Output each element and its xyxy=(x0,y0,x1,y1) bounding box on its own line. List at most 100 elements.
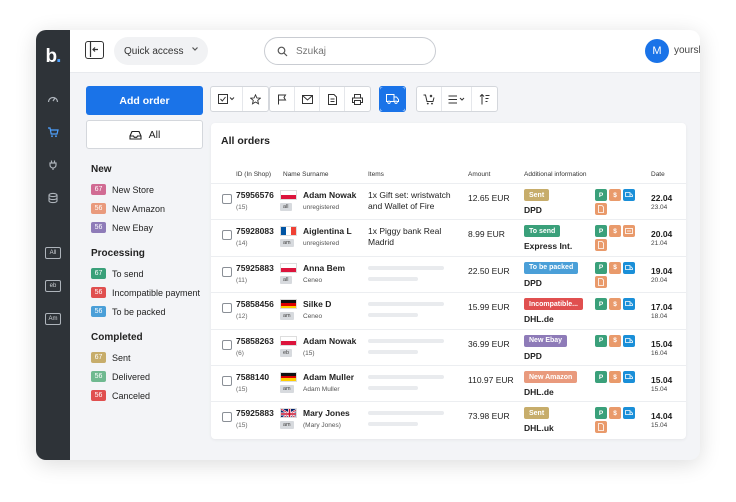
status-badge[interactable]: Incompatible... xyxy=(524,298,584,311)
row-checkbox[interactable] xyxy=(222,266,232,277)
payment-icon[interactable]: P xyxy=(595,334,607,347)
truck-icon[interactable] xyxy=(623,189,635,201)
truck-icon[interactable] xyxy=(623,407,635,420)
database-icon[interactable] xyxy=(44,189,62,207)
invoice-doc-icon[interactable] xyxy=(595,203,607,215)
payment-icon[interactable]: P xyxy=(595,298,607,311)
customer-name[interactable]: Aiglentina L xyxy=(303,226,352,236)
invoice-doc-icon[interactable] xyxy=(595,421,607,434)
order-id[interactable]: 75956576 xyxy=(236,190,274,200)
table-row[interactable]: 75928083 (14) am Aiglentina L unregister… xyxy=(211,219,686,256)
column-header-amount[interactable]: Amount xyxy=(468,171,490,178)
row-checkbox[interactable] xyxy=(222,339,232,350)
row-checkbox[interactable] xyxy=(222,230,232,241)
status-sent[interactable]: 67 Sent xyxy=(91,352,131,363)
customer-name[interactable]: Adam Muller xyxy=(303,372,354,382)
status-new-amazon[interactable]: 56 New Amazon xyxy=(91,203,165,214)
dollar-icon[interactable]: $ xyxy=(609,334,621,347)
search-input[interactable] xyxy=(296,45,416,57)
status-new-ebay[interactable]: 56 New Ebay xyxy=(91,222,153,233)
sort-button[interactable] xyxy=(472,87,497,111)
plug-icon[interactable] xyxy=(44,156,62,174)
table-row[interactable]: 75858456 (12) am Silke D Ceneo 15.99 EUR… xyxy=(211,292,686,329)
avatar[interactable]: M xyxy=(645,39,669,63)
row-checkbox[interactable] xyxy=(222,376,232,386)
order-id[interactable]: 75925883 xyxy=(236,263,274,273)
status-badge[interactable]: To be packed xyxy=(524,261,579,274)
dollar-icon[interactable]: $ xyxy=(609,371,621,383)
print-button[interactable] xyxy=(345,87,370,111)
status-to-send[interactable]: 67 To send xyxy=(91,268,144,279)
dollar-icon[interactable]: $ xyxy=(609,261,621,274)
rail-tag-amazon[interactable]: Am xyxy=(45,313,61,325)
column-header-id[interactable]: ID (In Shop) xyxy=(236,171,271,178)
select-all-dropdown[interactable] xyxy=(211,87,243,111)
add-order-button[interactable]: Add order xyxy=(86,86,203,115)
customer-name[interactable]: Mary Jones xyxy=(303,408,350,418)
user-name[interactable]: yourshop xyxy=(674,45,700,56)
payment-icon[interactable]: P xyxy=(595,189,607,201)
order-id[interactable]: 75925883 xyxy=(236,408,274,418)
table-row[interactable]: 75858263 (6) eb Adam Nowak (15) 36.99 EU… xyxy=(211,328,686,366)
dollar-icon[interactable]: $ xyxy=(609,407,621,420)
cart-icon[interactable] xyxy=(44,123,62,141)
table-row[interactable]: 75956576 (15) all Adam Nowak unregistere… xyxy=(211,183,686,220)
search-box[interactable] xyxy=(264,37,436,65)
status-badge[interactable]: Sent xyxy=(524,407,550,420)
truck-icon[interactable] xyxy=(623,261,635,274)
invoice-doc-icon[interactable] xyxy=(595,275,607,288)
favorite-button[interactable] xyxy=(243,87,268,111)
receipt-icon[interactable] xyxy=(623,225,635,238)
table-row[interactable]: 7588140 (15) am Adam Muller Adam Muller … xyxy=(211,365,686,402)
customer-name[interactable]: Anna Bem xyxy=(303,263,345,273)
status-incompatible-payment[interactable]: 56 Incompatible payment xyxy=(91,287,200,298)
table-row[interactable]: 75925883 (11) all Anna Bem Ceneo 22.50 E… xyxy=(211,255,686,293)
all-orders-button[interactable]: All xyxy=(86,120,203,149)
dollar-icon[interactable]: $ xyxy=(609,189,621,201)
flag-button[interactable] xyxy=(270,87,295,111)
column-header-info[interactable]: Additional information xyxy=(524,171,587,178)
payment-icon[interactable]: P xyxy=(595,407,607,420)
rail-tag-all[interactable]: All xyxy=(45,247,61,259)
status-badge[interactable]: To send xyxy=(524,225,561,238)
document-button[interactable] xyxy=(320,87,345,111)
status-canceled[interactable]: 56 Canceled xyxy=(91,390,150,401)
dollar-icon[interactable]: $ xyxy=(609,298,621,311)
customer-name[interactable]: Silke D xyxy=(303,299,331,309)
status-new-store[interactable]: 67 New Store xyxy=(91,184,154,195)
table-row[interactable]: 75925883 (15) am Mary Jones (Mary Jones)… xyxy=(211,401,686,438)
order-id[interactable]: 7588140 xyxy=(236,372,269,382)
dashboard-icon[interactable] xyxy=(44,90,62,108)
order-id[interactable]: 75858456 xyxy=(236,299,274,309)
truck-icon[interactable] xyxy=(623,371,635,383)
cart-action-button[interactable] xyxy=(417,87,442,111)
truck-icon[interactable] xyxy=(623,334,635,347)
dollar-icon[interactable]: $ xyxy=(609,225,621,238)
status-to-be-packed[interactable]: 56 To be packed xyxy=(91,306,166,317)
email-button[interactable] xyxy=(295,87,320,111)
invoice-doc-icon[interactable] xyxy=(595,239,607,252)
payment-icon[interactable]: P xyxy=(595,225,607,238)
column-header-date[interactable]: Date xyxy=(651,171,665,178)
customer-name[interactable]: Adam Nowak xyxy=(303,336,356,346)
column-header-name[interactable]: Name Surname xyxy=(283,171,329,178)
row-checkbox[interactable] xyxy=(222,194,232,204)
truck-icon[interactable] xyxy=(623,298,635,311)
collapse-sidebar-icon[interactable] xyxy=(85,41,104,59)
payment-icon[interactable]: P xyxy=(595,261,607,274)
status-badge[interactable]: New Amazon xyxy=(524,371,578,383)
row-checkbox[interactable] xyxy=(222,412,232,423)
row-checkbox[interactable] xyxy=(222,303,232,314)
order-id[interactable]: 75928083 xyxy=(236,226,274,236)
payment-icon[interactable]: P xyxy=(595,371,607,383)
status-badge[interactable]: Sent xyxy=(524,189,550,201)
column-header-items[interactable]: Items xyxy=(368,171,384,178)
shipping-button[interactable] xyxy=(380,87,405,111)
status-delivered[interactable]: 56 Delivered xyxy=(91,371,150,382)
status-badge[interactable]: New Ebay xyxy=(524,334,568,347)
customer-name[interactable]: Adam Nowak xyxy=(303,190,356,200)
list-view-dropdown[interactable] xyxy=(442,87,472,111)
quick-access-dropdown[interactable]: Quick access xyxy=(114,37,208,65)
order-id[interactable]: 75858263 xyxy=(236,336,274,346)
rail-tag-ebay[interactable]: eb xyxy=(45,280,61,292)
